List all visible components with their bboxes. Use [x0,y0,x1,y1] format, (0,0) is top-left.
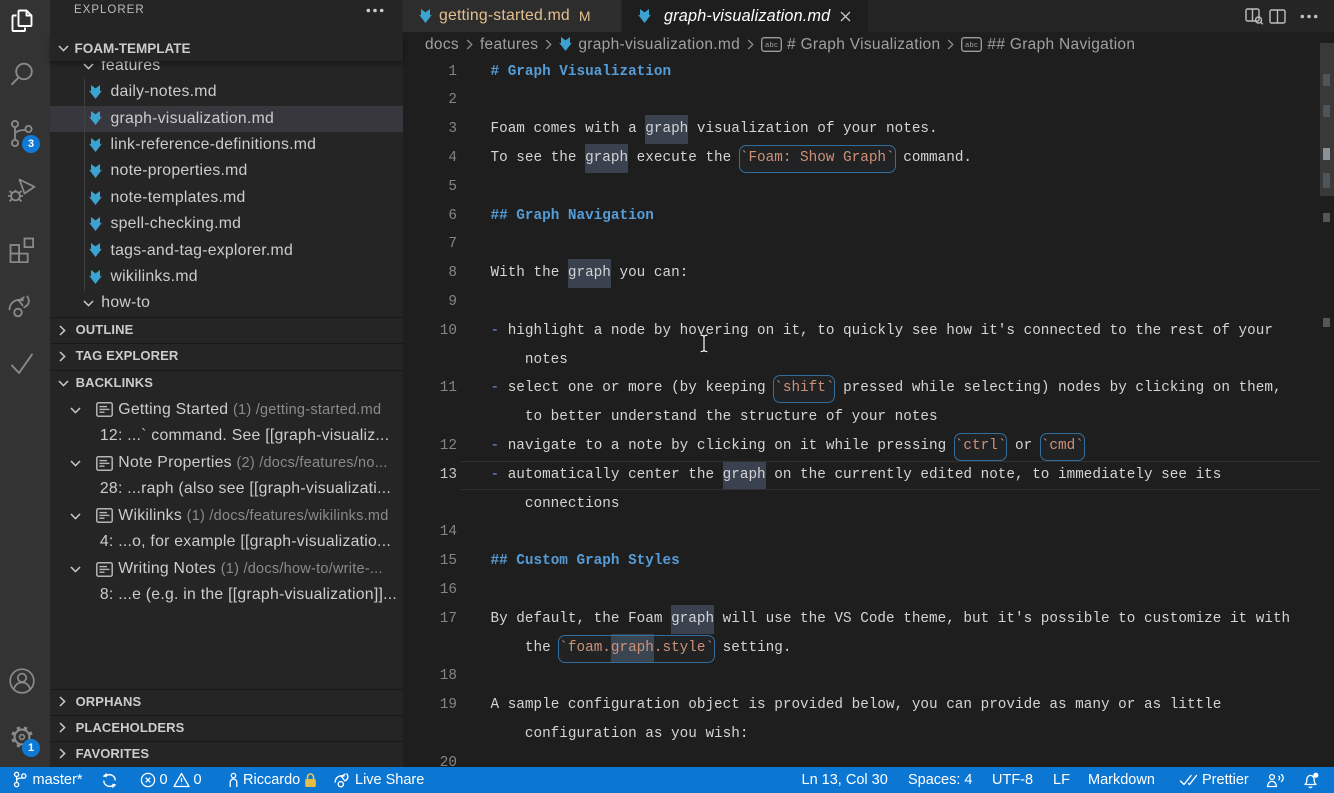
svg-text:abc: abc [965,40,978,49]
svg-text:abc: abc [765,40,778,49]
